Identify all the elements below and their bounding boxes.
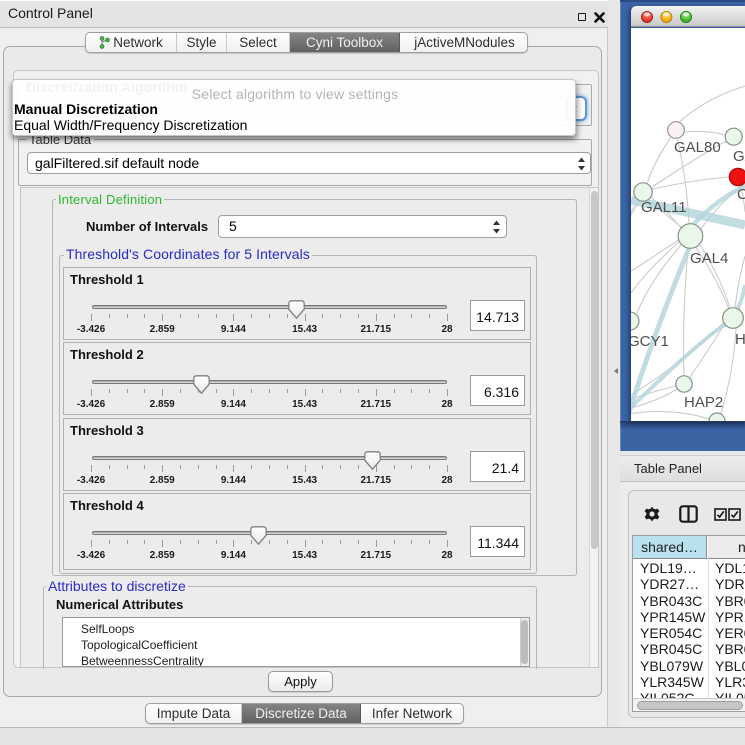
svg-text:GA: GA bbox=[733, 148, 745, 165]
svg-text:C: C bbox=[737, 186, 745, 203]
svg-text:HI: HI bbox=[735, 331, 745, 348]
svg-text:GAL4: GAL4 bbox=[690, 250, 728, 267]
svg-text:GAL80: GAL80 bbox=[674, 139, 721, 156]
svg-text:HAP2: HAP2 bbox=[684, 394, 723, 411]
svg-text:GCY1: GCY1 bbox=[631, 333, 669, 350]
svg-text:GAL11: GAL11 bbox=[641, 199, 687, 216]
